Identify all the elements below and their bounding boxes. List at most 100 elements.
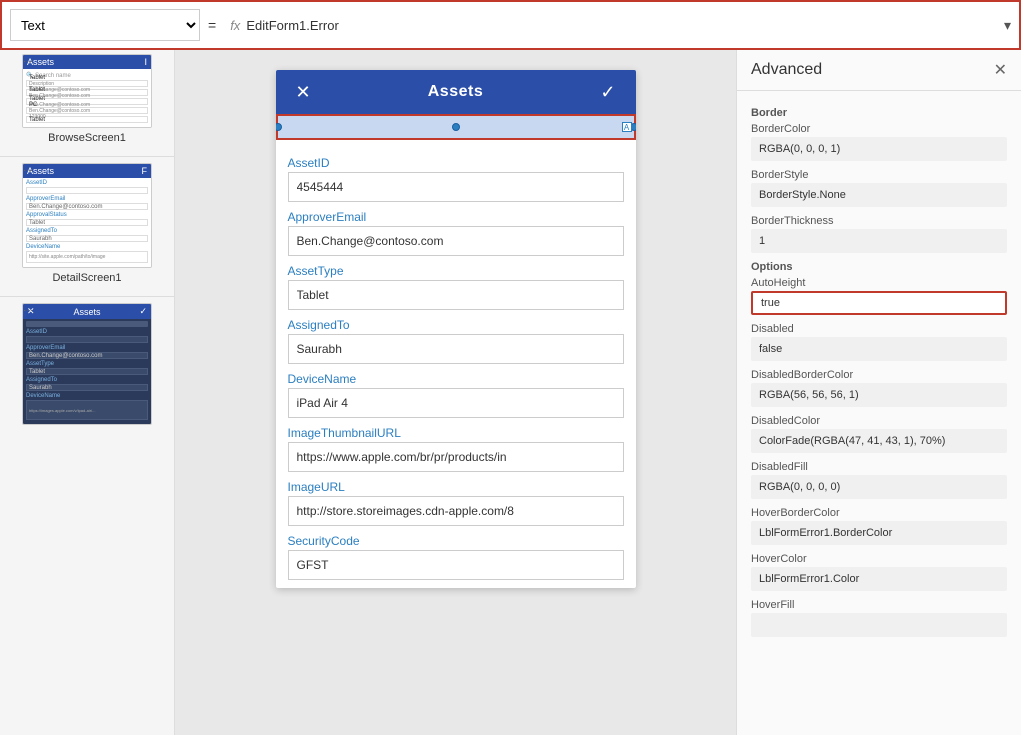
form-header: ✕ Assets ✓ <box>276 70 636 114</box>
detail-screen-name: DetailScreen1 <box>52 272 121 284</box>
browse-thumb-row4: PC Ben.Change@contoso.com 123000 <box>26 107 148 114</box>
field-input-devicename[interactable] <box>288 388 624 418</box>
equals-sign: = <box>200 17 224 33</box>
prop-value-disabledcolor[interactable]: ColorFade(RGBA(47, 41, 43, 1), 70%) <box>751 429 1007 453</box>
field-input-imagethumb[interactable] <box>288 442 624 472</box>
field-label-securitycode: SecurityCode <box>288 534 624 548</box>
field-input-securitycode[interactable] <box>288 550 624 580</box>
prop-row-bordercolor: BorderColor RGBA(0, 0, 0, 1) <box>751 123 1007 161</box>
prop-value-disabledfill[interactable]: RGBA(0, 0, 0, 0) <box>751 475 1007 499</box>
field-label-assignedto: AssignedTo <box>288 318 624 332</box>
detail-thumb-lbl4: AssignedTo <box>26 228 148 234</box>
browse-row5-label: Tablet <box>29 117 45 123</box>
field-label-devicename: DeviceName <box>288 372 624 386</box>
right-panel: Advanced ✕ Border BorderColor RGBA(0, 0,… <box>736 50 1021 735</box>
edit-thumb-header: ✕ Assets ✓ <box>23 304 151 319</box>
prop-row-borderthickness: BorderThickness 1 <box>751 215 1007 253</box>
formula-property-select[interactable]: Text <box>10 9 200 41</box>
browse-screen-item[interactable]: ··· Assets I 🔍 Search name Tablet Descri… <box>0 50 174 154</box>
prop-label-autoheight: AutoHeight <box>751 277 1007 289</box>
edit-thumb-body: AssetID ApproverEmail Ben.Change@contoso… <box>23 319 151 424</box>
prop-label-borderthickness: BorderThickness <box>751 215 1007 227</box>
edit-thumb-field4: Saurabh <box>26 384 148 391</box>
prop-value-borderthickness[interactable]: 1 <box>751 229 1007 253</box>
prop-row-disabled: Disabled false <box>751 323 1007 361</box>
prop-value-disabledbordercolor[interactable]: RGBA(56, 56, 56, 1) <box>751 383 1007 407</box>
right-panel-title: Advanced <box>751 61 822 79</box>
browse-thumb-icon: I <box>144 57 147 67</box>
detail-screen-thumbnail: Assets F AssetID ApproverEmail Ben.Chang… <box>22 163 152 268</box>
prop-value-hoverfill[interactable] <box>751 613 1007 637</box>
browse-screen-thumbnail: Assets I 🔍 Search name Tablet Descriptio… <box>22 54 152 128</box>
detail-thumb-body: AssetID ApproverEmail Ben.Change@contoso… <box>23 178 151 267</box>
edit-thumb-lbl5: DeviceName <box>26 393 148 399</box>
detail-thumb-field4: Saurabh <box>26 235 148 242</box>
prop-value-hovercolor[interactable]: LblFormError1.Color <box>751 567 1007 591</box>
main-content: ··· Assets I 🔍 Search name Tablet Descri… <box>0 50 1021 735</box>
detail-screen-item[interactable]: ··· Assets F AssetID ApproverEmail Ben.C… <box>0 159 174 294</box>
prop-value-bordercolor[interactable]: RGBA(0, 0, 0, 1) <box>751 137 1007 161</box>
browse-thumb-body: 🔍 Search name Tablet Description Ben.Cha… <box>23 69 151 127</box>
detail-thumb-url: http://site.apple.com/path/to/image <box>29 254 105 260</box>
browse-screen-dots-btn[interactable]: ··· <box>23 56 33 67</box>
field-input-assignedto[interactable] <box>288 334 624 364</box>
prop-value-disabled[interactable]: false <box>751 337 1007 361</box>
detail-thumb-field5: http://site.apple.com/path/to/image <box>26 251 148 263</box>
edit-thumb-field5: https://images.apple.com/v/ipad-air/... <box>26 400 148 420</box>
field-input-assetid[interactable] <box>288 172 624 202</box>
form-check-button[interactable]: ✓ <box>596 82 619 103</box>
detail-screen-dots-btn[interactable]: ··· <box>23 165 33 176</box>
prop-label-hoverbordercolor: HoverBorderColor <box>751 507 1007 519</box>
detail-thumb-lbl5: DeviceName <box>26 244 148 250</box>
browse-thumb-header: Assets I <box>23 55 151 69</box>
edit-screen-thumbnail-wrapper: ··· ✕ Assets ✓ AssetID ApproverEmail Ben… <box>22 303 152 425</box>
prop-value-hoverbordercolor[interactable]: LblFormError1.BorderColor <box>751 521 1007 545</box>
left-panel: ··· Assets I 🔍 Search name Tablet Descri… <box>0 50 175 735</box>
prop-value-borderstyle[interactable]: BorderStyle.None <box>751 183 1007 207</box>
edit-thumb-field1 <box>26 336 148 343</box>
edit-thumb-lbl2: ApproverEmail <box>26 345 148 351</box>
field-label-assettype: AssetType <box>288 264 624 278</box>
fx-label: fx <box>224 18 246 33</box>
edit-screen-dots-btn[interactable]: ··· <box>23 305 33 316</box>
right-panel-body: Border BorderColor RGBA(0, 0, 0, 1) Bord… <box>737 91 1021 735</box>
prop-label-disabledfill: DisabledFill <box>751 461 1007 473</box>
prop-label-hoverfill: HoverFill <box>751 599 1007 611</box>
prop-label-borderstyle: BorderStyle <box>751 169 1007 181</box>
edit-thumb-lbl3: AssetType <box>26 361 148 367</box>
formula-input[interactable] <box>246 9 1004 41</box>
edit-screen-item[interactable]: ··· ✕ Assets ✓ AssetID ApproverEmail Ben… <box>0 299 174 433</box>
edit-thumb-check: ✓ <box>139 306 147 317</box>
browse-screen-name: BrowseScreen1 <box>48 132 126 144</box>
prop-row-autoheight: AutoHeight true <box>751 277 1007 315</box>
selection-handle-a: A <box>622 122 632 132</box>
form-close-button[interactable]: ✕ <box>292 82 315 103</box>
selection-bar: A <box>276 114 636 140</box>
edit-thumb-url: https://images.apple.com/v/ipad-air/... <box>29 408 95 413</box>
formula-chevron-icon[interactable]: ▾ <box>1004 17 1011 34</box>
edit-thumb-bar <box>26 321 148 327</box>
field-input-assettype[interactable] <box>288 280 624 310</box>
field-label-approveremail: ApproverEmail <box>288 210 624 224</box>
detail-thumb-lbl2: ApproverEmail <box>26 196 148 202</box>
edit-thumb-lbl4: AssignedTo <box>26 377 148 383</box>
form-panel: ✕ Assets ✓ A AssetID ApproverEmail Asset… <box>276 70 636 588</box>
field-label-assetid: AssetID <box>288 156 624 170</box>
field-input-imageurl[interactable] <box>288 496 624 526</box>
field-label-imagethumb: ImageThumbnailURL <box>288 426 624 440</box>
selection-dot-center <box>452 123 460 131</box>
section-options: Options <box>751 261 1007 273</box>
browse-screen-thumbnail-wrapper: ··· Assets I 🔍 Search name Tablet Descri… <box>22 54 152 128</box>
prop-row-disabledbordercolor: DisabledBorderColor RGBA(56, 56, 56, 1) <box>751 369 1007 407</box>
detail-thumb-icon: F <box>142 166 148 176</box>
field-input-approveremail[interactable] <box>288 226 624 256</box>
selection-dot-left <box>276 123 282 131</box>
edit-thumb-lbl1: AssetID <box>26 329 148 335</box>
prop-value-autoheight[interactable]: true <box>751 291 1007 315</box>
prop-row-disabledcolor: DisabledColor ColorFade(RGBA(47, 41, 43,… <box>751 415 1007 453</box>
right-panel-close-button[interactable]: ✕ <box>994 60 1007 80</box>
prop-row-hoverfill: HoverFill <box>751 599 1007 637</box>
prop-label-disabled: Disabled <box>751 323 1007 335</box>
prop-label-disabledbordercolor: DisabledBorderColor <box>751 369 1007 381</box>
edit-thumb-title: Assets <box>73 307 100 317</box>
